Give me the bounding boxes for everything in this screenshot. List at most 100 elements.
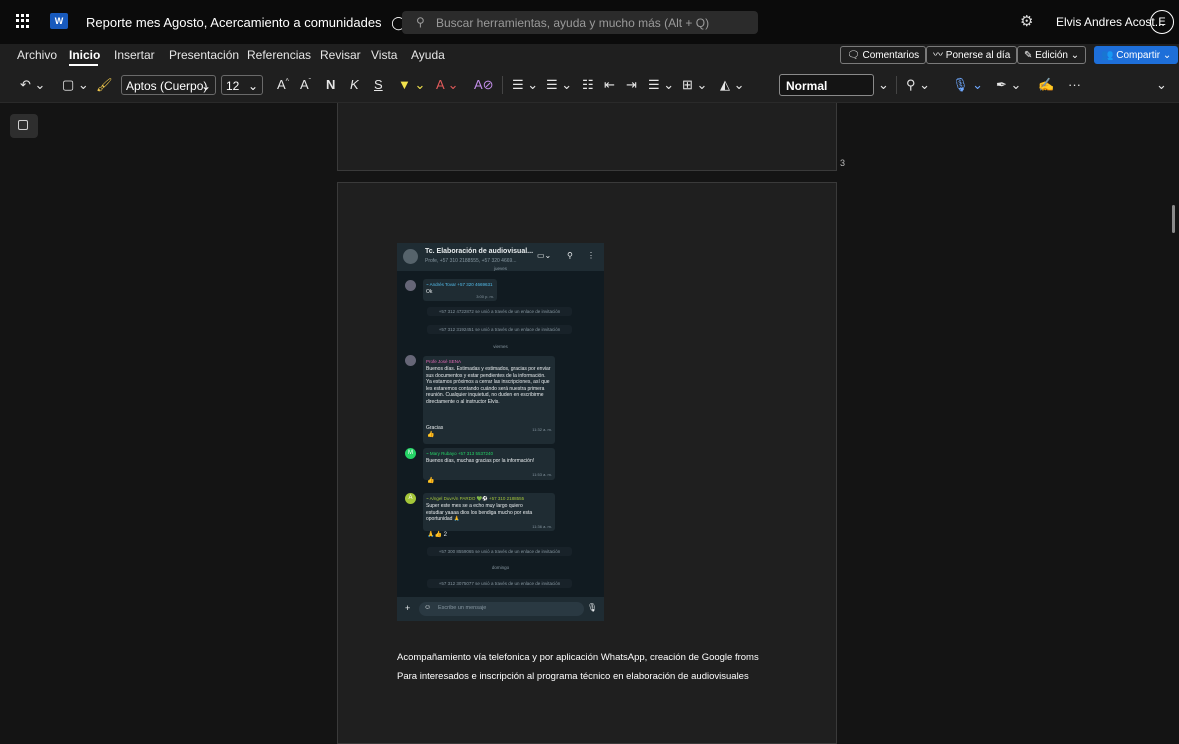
message-sender: ~ A/ngel DuvA/n PARDO 💚⚽ +57 310 2188555 <box>426 496 525 501</box>
format-painter-icon[interactable]: 🖌 <box>96 77 113 93</box>
toolbar-divider <box>896 76 897 94</box>
font-color-icon[interactable]: A ⌄ <box>436 77 458 93</box>
tab-vista[interactable]: Vista <box>371 48 397 62</box>
message-text-closing: Gracias <box>426 425 444 431</box>
document-title-group[interactable]: Reporte mes Agosto, Acercamiento a comun… <box>86 15 435 31</box>
vertical-scrollbar-thumb[interactable] <box>1172 205 1175 233</box>
avatar[interactable]: E <box>1150 10 1174 34</box>
group-avatar <box>403 249 418 264</box>
message-sender: ~ Mary Rubayo +57 313 5537240 <box>426 451 494 456</box>
whatsapp-screenshot-image[interactable]: Tc. Elaboración de audiovisual... Profe,… <box>397 243 604 621</box>
increase-indent-icon[interactable]: ⇥ <box>626 77 637 93</box>
member-avatar: M <box>405 448 416 459</box>
home-toolbar: ↶ ⌄ ▢ ⌄ 🖌 Aptos (Cuerpo) ⌄ 12 ⌄ A^ Aˇ N K … <box>0 68 1179 103</box>
attach-plus-icon: + <box>405 603 411 613</box>
decrease-indent-icon[interactable]: ⇤ <box>604 77 615 93</box>
message-input-placeholder: Escribe un mensaje <box>438 605 487 611</box>
highlight-icon[interactable]: ▼ ⌄ <box>398 77 425 93</box>
borders-icon[interactable]: ⊞ ⌄ <box>682 77 707 93</box>
font-size-select[interactable]: 12 ⌄ <box>221 75 263 95</box>
expand-ribbon-icon[interactable]: ⌄ <box>1156 77 1167 93</box>
shrink-font-icon[interactable]: Aˇ <box>300 77 311 92</box>
emoji-icon: ☺ <box>424 604 432 611</box>
font-size-value: 12 <box>226 79 240 93</box>
ribbon-tabs: Archivo Inicio Insertar Presentación Ref… <box>0 44 1179 68</box>
bold-button[interactable]: N <box>326 77 335 92</box>
microphone-icon: 🎙 <box>587 603 598 612</box>
tab-ayuda[interactable]: Ayuda <box>411 48 445 62</box>
editing-mode-button[interactable]: ✎ Edición ⌄ <box>1017 46 1087 64</box>
message-bubble: ~ Mary Rubayo +57 313 5537240 Buenos día… <box>423 448 555 480</box>
message-time: 3:00 p. m. <box>476 294 494 299</box>
grow-font-icon[interactable]: A^ <box>277 77 289 92</box>
editing-label: Edición <box>1035 50 1068 61</box>
body-paragraph[interactable]: Para interesados e inscripción al progra… <box>397 671 749 682</box>
paste-icon[interactable]: ▢ ⌄ <box>62 77 89 93</box>
catch-up-button[interactable]: 〰 Ponerse al día <box>926 46 1018 64</box>
message-text: Ok <box>426 289 433 295</box>
find-icon[interactable]: ⚲ ⌄ <box>906 77 930 93</box>
pane-icon <box>18 120 28 130</box>
more-options-button[interactable]: ··· <box>1068 77 1081 92</box>
activity-icon: 〰 <box>933 50 943 61</box>
message-text: Buenos días, muchas gracias por la infor… <box>426 458 535 464</box>
chat-menu-icon: ⋮ <box>587 251 595 260</box>
comments-button[interactable]: 🗨 Comentarios <box>840 46 927 64</box>
message-time: 11:36 a. m. <box>532 524 552 529</box>
clear-format-icon[interactable]: A⊘ <box>474 77 494 93</box>
share-label: Compartir <box>1116 50 1161 61</box>
page-previous[interactable] <box>337 103 837 171</box>
share-button[interactable]: 👥 Compartir ⌄ <box>1094 46 1179 64</box>
tab-archivo[interactable]: Archivo <box>17 48 57 62</box>
system-message: +57 312 3192451 se unió a través de un e… <box>427 325 572 334</box>
navigation-pane-button[interactable] <box>10 114 38 138</box>
message-input-bar: + ☺ Escribe un mensaje 🎙 <box>397 597 604 621</box>
message-bubble: ~ Andrés Tovar +57 320 4669631 Ok 3:00 p… <box>423 279 497 301</box>
system-message: +57 312 4722872 se unió a través de un e… <box>427 307 572 316</box>
bullets-icon[interactable]: ☰ ⌄ <box>512 77 538 93</box>
video-call-icon: ▭⌄ <box>537 251 552 260</box>
gear-icon[interactable]: ⚙ <box>1020 12 1033 30</box>
tab-revisar[interactable]: Revisar <box>320 48 361 62</box>
dictate-icon[interactable]: 🎙 ⌄ <box>952 77 983 93</box>
tab-presentacion[interactable]: Presentación <box>169 48 239 62</box>
member-avatar <box>405 355 416 366</box>
tab-referencias[interactable]: Referencias <box>247 48 311 62</box>
reaction-icon: 👍 <box>427 432 435 438</box>
shading-icon[interactable]: ◭ ⌄ <box>720 77 745 93</box>
page-number: 3 <box>840 158 846 168</box>
chat-search-icon: ⚲ <box>567 251 573 260</box>
document-title[interactable]: Reporte mes Agosto, Acercamiento a comun… <box>86 15 382 30</box>
search-icon: ⚲ <box>416 15 425 29</box>
designer-icon[interactable]: ✍ <box>1038 77 1054 93</box>
word-logo-icon: W <box>50 13 68 29</box>
user-name[interactable]: Elvis Andres Acost... <box>1056 15 1165 29</box>
app-launcher-icon[interactable] <box>16 14 30 28</box>
body-paragraph[interactable]: Acompañamiento vía telefonica y por apli… <box>397 652 759 663</box>
active-tab-indicator <box>69 64 98 66</box>
message-reactions: 🙏👍 2 <box>427 532 447 538</box>
numbering-icon[interactable]: ☰ ⌄ <box>546 77 572 93</box>
reaction-icon: 👍 <box>427 478 435 484</box>
alignment-icon[interactable]: ☰ ⌄ <box>648 77 674 93</box>
day-label: domingo <box>491 565 510 570</box>
styles-select[interactable]: Normal <box>779 74 874 96</box>
editor-icon[interactable]: ✒ ⌄ <box>996 77 1021 93</box>
italic-button[interactable]: K <box>350 77 359 92</box>
message-text: Buenos días. Estimadas y estimados, grac… <box>426 366 551 405</box>
style-value: Normal <box>786 79 828 93</box>
tab-inicio[interactable]: Inicio <box>69 48 100 62</box>
search-box[interactable]: ⚲ Buscar herramientas, ayuda y mucho más… <box>402 11 758 34</box>
multilevel-list-icon[interactable]: ☷ <box>582 77 594 93</box>
day-label: viernes <box>493 344 508 349</box>
font-name-select[interactable]: Aptos (Cuerpo) ⌄ <box>121 75 216 95</box>
underline-button[interactable]: S <box>374 77 383 92</box>
styles-dropdown-icon[interactable]: ⌄ <box>878 77 889 93</box>
pencil-icon: ✎ <box>1024 50 1033 61</box>
group-subtitle: Profe, +57 310 2188555, +57 320 4669... <box>425 258 517 264</box>
title-bar: W Reporte mes Agosto, Acercamiento a com… <box>0 0 1179 44</box>
message-text: Super este mes se a echo muy largo quier… <box>426 503 533 522</box>
group-title: Tc. Elaboración de audiovisual... <box>425 248 534 255</box>
tab-insertar[interactable]: Insertar <box>114 48 155 62</box>
undo-icon[interactable]: ↶ ⌄ <box>20 77 45 93</box>
